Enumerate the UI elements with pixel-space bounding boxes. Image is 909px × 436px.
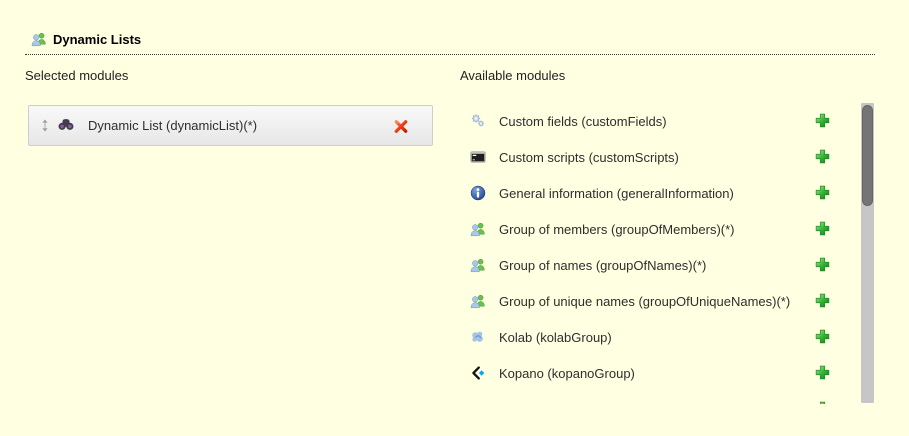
green-plus-icon — [815, 293, 831, 309]
scrollbar-thumb[interactable] — [862, 105, 873, 206]
selected-module-label: Dynamic List (dynamicList)(*) — [88, 118, 257, 133]
available-module-label: Group of unique names (groupOfUniqueName… — [499, 294, 790, 309]
available-modules-rows: Custom fields (customFields) Custom scri… — [455, 103, 875, 404]
group-icon — [470, 221, 486, 237]
available-module-label: Kolab (kolabGroup) — [499, 330, 612, 345]
add-module-button[interactable] — [815, 257, 831, 273]
red-x-icon — [393, 118, 409, 134]
add-module-button[interactable] — [815, 365, 831, 381]
kolab-icon — [470, 329, 486, 345]
add-module-button[interactable] — [815, 329, 831, 345]
group-icon — [470, 293, 486, 309]
binoculars-icon — [58, 118, 74, 134]
available-module-row: Custom scripts (customScripts) — [455, 139, 875, 175]
add-module-button[interactable] — [815, 185, 831, 201]
green-plus-icon — [815, 401, 831, 404]
group-icon — [470, 257, 486, 273]
group-icon — [31, 31, 47, 47]
kopano-icon — [470, 365, 486, 381]
selected-modules-label: Selected modules — [25, 68, 128, 83]
available-module-row: Kolab (kolabGroup) — [455, 319, 875, 355]
green-plus-icon — [815, 185, 831, 201]
scrollbar[interactable] — [861, 103, 874, 403]
green-plus-icon — [815, 329, 831, 345]
available-module-row: Group of unique names (groupOfUniqueName… — [455, 283, 875, 319]
available-module-label: General information (generalInformation) — [499, 186, 734, 201]
gears-icon — [470, 113, 486, 129]
available-module-row: Group of names (groupOfNames)(*) — [455, 247, 875, 283]
available-module-label: Custom scripts (customScripts) — [499, 150, 679, 165]
green-plus-icon — [815, 149, 831, 165]
add-module-button[interactable] — [815, 401, 831, 404]
remove-module-button[interactable] — [393, 118, 409, 134]
info-icon — [470, 185, 486, 201]
available-module-row: Custom fields (customFields) — [455, 103, 875, 139]
page-title: Dynamic Lists — [53, 32, 141, 47]
terminal-icon — [470, 149, 486, 165]
section-header: Dynamic Lists — [25, 31, 875, 55]
available-module-row: Group of members (groupOfMembers)(*) — [455, 211, 875, 247]
available-module-row: Kopano (kopanoGroup) — [455, 355, 875, 391]
available-module-row: General information (generalInformation) — [455, 175, 875, 211]
available-modules-label: Available modules — [460, 68, 565, 83]
add-module-button[interactable] — [815, 221, 831, 237]
available-module-label: Kopano (kopanoGroup) — [499, 366, 635, 381]
available-modules-list: Custom fields (customFields) Custom scri… — [455, 103, 875, 404]
drag-handle-icon[interactable] — [41, 119, 49, 132]
green-plus-icon — [815, 221, 831, 237]
green-plus-icon — [815, 365, 831, 381]
available-module-label: Group of names (groupOfNames)(*) — [499, 258, 706, 273]
available-module-label: Group of members (groupOfMembers)(*) — [499, 222, 735, 237]
module-icon — [470, 401, 486, 404]
add-module-button[interactable] — [815, 293, 831, 309]
green-plus-icon — [815, 113, 831, 129]
available-module-label: Custom fields (customFields) — [499, 114, 667, 129]
available-module-row — [455, 391, 875, 404]
selected-module-row[interactable]: Dynamic List (dynamicList)(*) — [28, 105, 433, 146]
add-module-button[interactable] — [815, 149, 831, 165]
add-module-button[interactable] — [815, 113, 831, 129]
green-plus-icon — [815, 257, 831, 273]
